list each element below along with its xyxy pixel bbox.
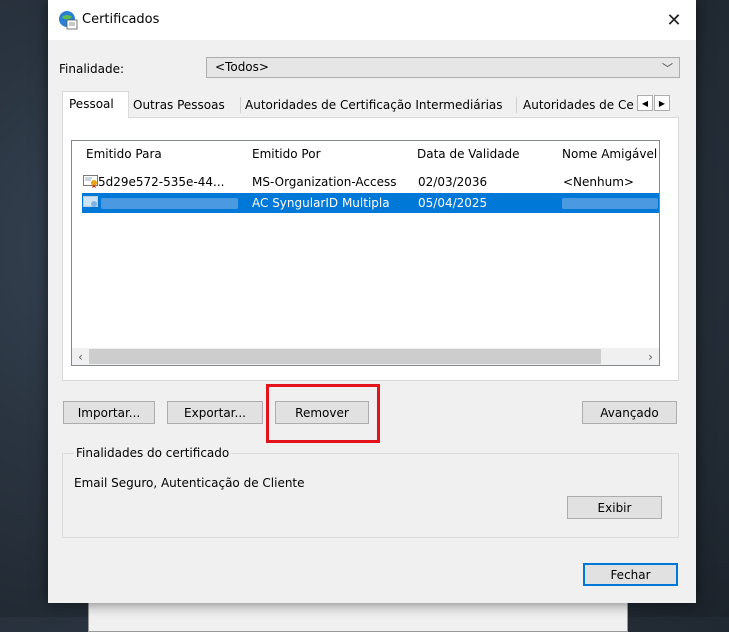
column-header-expiry[interactable]: Data de Validade — [417, 147, 520, 161]
scroll-right-icon[interactable]: › — [642, 348, 659, 365]
close-icon[interactable]: ✕ — [652, 0, 696, 40]
background-window — [88, 600, 628, 632]
purpose-label: Finalidade: — [59, 62, 125, 76]
purpose-select-value: <Todos> — [215, 60, 269, 74]
table-row-selected[interactable]: AC SyngularID Multipla 05/04/2025 — [82, 193, 659, 213]
certificate-purposes-title: Finalidades do certificado — [74, 446, 232, 460]
import-button[interactable]: Importar... — [63, 401, 155, 424]
certificates-app-icon — [59, 11, 78, 30]
cell-issued-by: MS-Organization-Access — [252, 175, 397, 189]
tab-label: Outras Pessoas — [133, 98, 225, 112]
highlight-box — [266, 384, 380, 443]
redacted-friendly-name — [562, 198, 658, 209]
cell-issued-to: 5d29e572-535e-44... — [98, 175, 225, 189]
title-bar: Certificados ✕ — [48, 0, 696, 40]
tab-pessoal[interactable]: Pessoal — [62, 91, 129, 118]
scroll-left-icon[interactable]: ‹ — [72, 348, 89, 365]
tab-outras-pessoas[interactable]: Outras Pessoas — [133, 95, 239, 117]
advanced-button[interactable]: Avançado — [582, 401, 677, 424]
tab-label: Autoridades de Ce — [523, 98, 634, 112]
tab-autoridades-raiz[interactable]: Autoridades de Ce — [523, 95, 636, 117]
purpose-select[interactable]: <Todos> ﹀ — [206, 57, 680, 78]
tab-label: Autoridades de Certificação Intermediári… — [245, 98, 503, 112]
tab-divider — [240, 97, 241, 113]
cell-issued-by: AC SyngularID Multipla — [252, 196, 390, 210]
chevron-down-icon: ﹀ — [662, 62, 673, 75]
tab-scroll-right-icon[interactable]: ▶ — [654, 95, 670, 111]
column-header-friendly-name[interactable]: Nome Amigável — [562, 147, 657, 161]
cell-expiry: 05/04/2025 — [418, 196, 488, 210]
table-row[interactable]: 5d29e572-535e-44... MS-Organization-Acce… — [82, 172, 659, 192]
close-button[interactable]: Fechar — [583, 563, 678, 586]
tab-scroll-left-icon[interactable]: ◀ — [637, 95, 653, 111]
cell-expiry: 02/03/2036 — [418, 175, 488, 189]
tab-autoridades-intermediarias[interactable]: Autoridades de Certificação Intermediári… — [245, 95, 511, 117]
column-header-issued-by[interactable]: Emitido Por — [252, 147, 321, 161]
horizontal-scrollbar[interactable]: ‹ › — [72, 348, 659, 365]
column-header-issued-to[interactable]: Emitido Para — [86, 147, 162, 161]
certificate-list[interactable]: Emitido Para Emitido Por Data de Validad… — [71, 140, 660, 366]
view-button[interactable]: Exibir — [567, 496, 662, 519]
certificate-purposes-text: Email Seguro, Autenticação de Cliente — [74, 476, 305, 490]
tab-divider — [516, 97, 517, 113]
dialog-title: Certificados — [82, 12, 160, 27]
scrollbar-thumb[interactable] — [89, 349, 601, 364]
redacted-issued-to — [101, 198, 238, 209]
certificate-icon — [83, 196, 98, 207]
certificate-icon — [83, 175, 98, 188]
tab-strip: Pessoal Outras Pessoas Autoridades de Ce… — [62, 91, 682, 118]
tab-label: Pessoal — [69, 97, 114, 111]
export-button[interactable]: Exportar... — [167, 401, 263, 424]
certificates-dialog: Certificados ✕ Finalidade: <Todos> ﹀ Pes… — [48, 0, 696, 603]
cell-friendly-name: <Nenhum> — [563, 175, 634, 189]
